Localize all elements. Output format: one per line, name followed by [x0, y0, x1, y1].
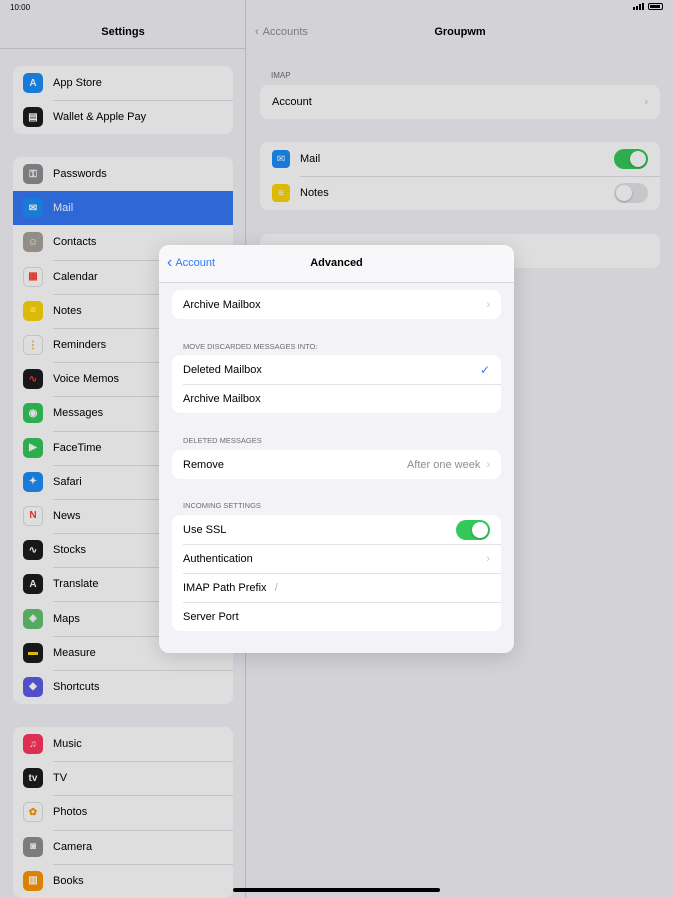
option-label: Deleted Mailbox	[183, 363, 262, 376]
archive-mailbox-label: Archive Mailbox	[183, 298, 261, 311]
authentication-row[interactable]: Authentication ›	[172, 544, 501, 573]
server-port-row[interactable]: Server Port	[172, 602, 501, 631]
archive-mailbox-option[interactable]: Archive Mailbox	[172, 384, 501, 413]
incoming-settings-header: Incoming Settings	[183, 501, 261, 510]
discard-group: Deleted Mailbox ✓ Archive Mailbox	[172, 355, 501, 413]
option-label: Archive Mailbox	[183, 392, 261, 405]
use-ssl-row: Use SSL	[172, 515, 501, 544]
checkmark-icon: ✓	[479, 362, 490, 377]
incoming-group: Use SSL Authentication › IMAP Path Prefi…	[172, 515, 501, 631]
authentication-label: Authentication	[183, 552, 253, 565]
chevron-right-icon: ›	[486, 552, 490, 565]
modal-nav-bar: ‹ Account Advanced	[159, 245, 514, 283]
use-ssl-label: Use SSL	[183, 523, 227, 536]
imap-path-prefix-row[interactable]: IMAP Path Prefix /	[172, 573, 501, 602]
deleted-mailbox-option[interactable]: Deleted Mailbox ✓	[172, 355, 501, 384]
use-ssl-toggle[interactable]	[456, 519, 490, 540]
deleted-group: Remove After one week ›	[172, 450, 501, 479]
advanced-settings-sheet: ‹ Account Advanced Archive Mailbox › Mov…	[159, 245, 514, 653]
deleted-messages-header: Deleted Messages	[183, 436, 262, 445]
archive-mailbox-row[interactable]: Archive Mailbox ›	[172, 290, 501, 319]
modal-title: Advanced	[310, 257, 363, 269]
home-indicator[interactable]	[233, 888, 440, 892]
chevron-right-icon: ›	[486, 298, 490, 311]
discard-header: Move discarded messages into:	[183, 342, 318, 351]
remove-row[interactable]: Remove After one week ›	[172, 450, 501, 479]
imap-prefix-input[interactable]: /	[275, 582, 278, 594]
imap-prefix-label: IMAP Path Prefix	[183, 581, 267, 594]
chevron-right-icon: ›	[486, 458, 490, 471]
remove-value: After one week	[406, 458, 481, 471]
remove-label: Remove	[183, 458, 224, 471]
archive-group: Archive Mailbox ›	[172, 290, 501, 319]
server-port-label: Server Port	[183, 610, 239, 623]
